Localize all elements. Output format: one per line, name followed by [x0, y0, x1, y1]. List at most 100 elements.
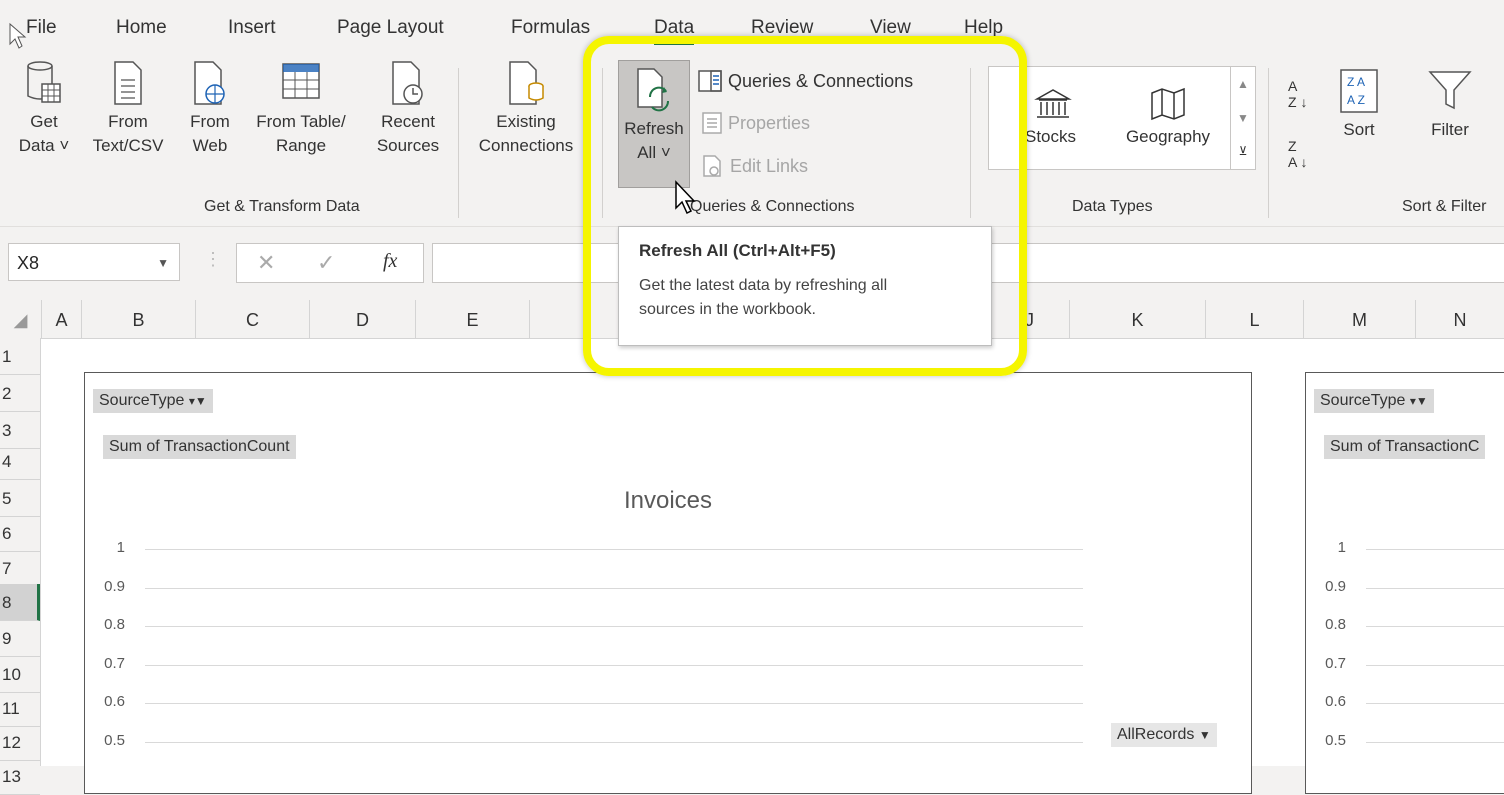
formula-controls: ✕ ✓ fx — [236, 243, 424, 283]
row-header[interactable]: 9 — [0, 620, 40, 657]
column-header-k[interactable]: K — [1070, 300, 1206, 338]
gridline — [1366, 549, 1504, 550]
group-get-transform-label: Get & Transform Data — [204, 198, 360, 215]
enter-icon[interactable]: ✓ — [317, 250, 335, 276]
column-header-e[interactable]: E — [416, 300, 530, 338]
tab-formulas[interactable]: Formulas — [511, 17, 590, 39]
sort-z-a-icon[interactable]: ZA ↓ — [1288, 138, 1307, 170]
row-header-selected[interactable]: 8 — [0, 584, 40, 621]
table-icon — [282, 63, 320, 99]
recent-sources-label-1: Recent — [381, 112, 435, 131]
row-header[interactable]: 1 — [0, 338, 40, 375]
pivot-chart-invoices[interactable]: SourceType ▾▼ Sum of TransactionCount In… — [84, 372, 1252, 794]
column-header-m[interactable]: M — [1304, 300, 1416, 338]
tab-home[interactable]: Home — [116, 17, 167, 39]
chart-plot-area: 1 0.9 0.8 0.7 0.6 0.5 — [85, 373, 1251, 793]
sort-a-z-icon[interactable]: AZ ↓ — [1288, 78, 1307, 110]
name-box-dropdown-icon[interactable]: ▼ — [157, 244, 169, 282]
row-header[interactable]: 7 — [0, 550, 40, 587]
recent-sources-icon — [392, 61, 423, 105]
y-tick-label: 0.5 — [1325, 732, 1346, 749]
y-tick-label: 1 — [1337, 539, 1346, 556]
gallery-up-icon[interactable]: ▲ — [1231, 67, 1255, 101]
pivot-chart-second[interactable]: SourceType ▾▼ Sum of TransactionC 1 0.9 0.… — [1305, 372, 1504, 794]
tab-page-layout[interactable]: Page Layout — [337, 17, 444, 39]
gridline — [145, 549, 1083, 550]
y-tick-label: 0.7 — [104, 654, 125, 672]
filter-icon — [1428, 71, 1472, 110]
gridline — [145, 703, 1083, 705]
web-file-icon — [194, 61, 225, 105]
name-box[interactable]: X8 ▼ — [8, 243, 180, 281]
from-web-button[interactable]: From Web — [182, 60, 238, 158]
row-headers: 1 2 3 4 5 6 7 8 9 10 11 12 13 — [0, 338, 41, 795]
yellow-highlight-annotation — [583, 36, 1027, 376]
row-header[interactable]: 10 — [0, 656, 40, 693]
all-records-button[interactable]: AllRecords ▼ — [1111, 723, 1217, 747]
y-tick-label: 0.8 — [1325, 616, 1346, 634]
gridline — [1366, 742, 1504, 743]
y-tick-label: 0.6 — [104, 693, 125, 711]
map-icon — [1151, 87, 1185, 121]
gallery-down-icon[interactable]: ▼ — [1231, 101, 1255, 135]
existing-connections-label-2: Connections — [478, 136, 574, 155]
sort-label: Sort — [1343, 120, 1375, 139]
column-header-c[interactable]: C — [196, 300, 310, 338]
gridline — [145, 742, 1083, 743]
gridline — [1366, 587, 1504, 589]
filter-button[interactable]: Filter — [1420, 68, 1480, 142]
group-sort-filter-label: Sort & Filter — [1402, 198, 1487, 215]
ribbon-separator — [458, 68, 459, 218]
row-header[interactable]: 12 — [0, 724, 40, 761]
row-header[interactable]: 11 — [0, 690, 40, 727]
column-header-b[interactable]: B — [82, 300, 196, 338]
from-web-label-1: From — [190, 112, 230, 131]
gallery-more-icon[interactable]: ⊻ — [1231, 135, 1255, 167]
tab-insert[interactable]: Insert — [228, 17, 276, 39]
column-header-d[interactable]: D — [310, 300, 416, 338]
existing-connections-icon — [509, 61, 544, 105]
name-box-value: X8 — [17, 253, 40, 273]
gridline — [1366, 626, 1504, 628]
ribbon-separator — [1268, 68, 1269, 218]
database-icon — [27, 61, 61, 103]
from-text-label-1: From — [108, 112, 148, 131]
select-all-corner[interactable]: ◢ — [0, 300, 42, 338]
row-header[interactable]: 6 — [0, 515, 40, 552]
gallery-scroll[interactable]: ▲ ▼ ⊻ — [1230, 67, 1255, 169]
svg-text:A Z: A Z — [1347, 93, 1365, 107]
existing-connections-button[interactable]: Existing Connections — [466, 60, 586, 158]
tab-file[interactable]: File — [26, 17, 57, 39]
column-header-a[interactable]: A — [42, 300, 82, 338]
from-table-label-2: Range — [275, 136, 327, 155]
sort-button[interactable]: Z A A Z Sort — [1334, 68, 1384, 142]
existing-connections-label-1: Existing — [496, 112, 556, 131]
chart-plot-area: 1 0.9 0.8 0.7 0.6 0.5 — [1306, 373, 1504, 793]
y-tick-label: 0.5 — [104, 732, 125, 749]
get-data-button[interactable]: Get Data ˅ — [14, 60, 74, 158]
from-text-csv-button[interactable]: From Text/CSV — [86, 60, 170, 158]
group-data-types-label: Data Types — [1072, 198, 1153, 215]
recent-sources-button[interactable]: Recent Sources — [366, 60, 450, 158]
insert-function-icon[interactable]: fx — [383, 250, 397, 273]
from-table-label-1: From Table/ — [256, 112, 346, 131]
row-header[interactable]: 5 — [0, 480, 40, 517]
y-tick-label: 1 — [116, 539, 125, 556]
row-header[interactable]: 13 — [0, 758, 40, 795]
from-table-range-button[interactable]: From Table/ Range — [250, 60, 352, 158]
column-header-l[interactable]: L — [1206, 300, 1304, 338]
row-header[interactable]: 4 — [0, 443, 40, 480]
data-types-gallery[interactable]: Stocks Geography ▲ ▼ ⊻ — [988, 66, 1256, 170]
gridline — [1366, 664, 1504, 666]
gridline — [145, 587, 1083, 589]
cancel-icon[interactable]: ✕ — [257, 250, 275, 276]
from-web-label-2: Web — [192, 136, 228, 155]
stocks-icon — [1034, 89, 1072, 118]
y-tick-label: 0.9 — [1325, 577, 1346, 595]
row-header[interactable]: 2 — [0, 375, 40, 412]
column-header-n[interactable]: N — [1416, 300, 1504, 338]
geography-button[interactable]: Geography — [1113, 87, 1223, 149]
all-records-label: AllRecords — [1117, 726, 1195, 743]
get-data-label-1: Get — [30, 112, 58, 131]
y-tick-label: 0.6 — [1325, 693, 1346, 711]
